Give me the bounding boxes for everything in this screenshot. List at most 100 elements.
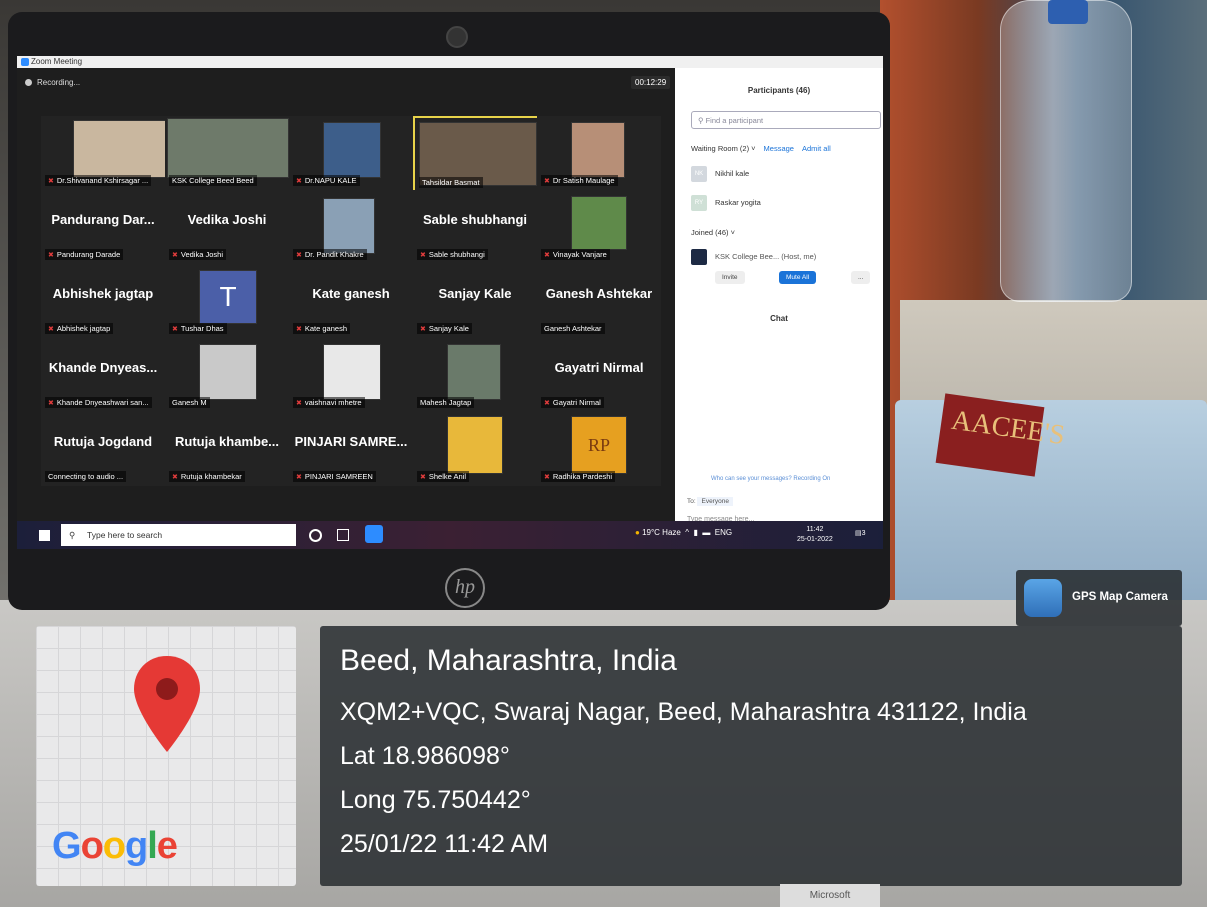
- tile-display-name: Pandurang Dar...: [51, 212, 155, 227]
- tile-display-name: PINJARI SAMRE...: [294, 434, 408, 449]
- video-tile[interactable]: PINJARI SAMRE... PINJARI SAMREEN: [289, 412, 413, 486]
- chat-title: Chat: [770, 314, 788, 323]
- tile-display-name: Abhishek jagtap: [52, 286, 154, 301]
- participant-video: [167, 118, 289, 178]
- waiting-room-label[interactable]: Waiting Room (2): [691, 144, 749, 153]
- tile-caption: Dr Satish Maulage: [541, 175, 618, 186]
- tile-caption: Rutuja khambekar: [169, 471, 245, 482]
- video-tile[interactable]: TTushar Dhas: [165, 264, 289, 338]
- tile-caption: Dr.NAPU KALE: [293, 175, 360, 186]
- video-tile[interactable]: Tahsildar Basmat: [413, 116, 541, 194]
- weather-icon: ●: [635, 528, 640, 537]
- taskbar-clock[interactable]: 11:42 25-01-2022: [797, 525, 833, 545]
- weather-text[interactable]: 19°C Haze: [642, 528, 681, 537]
- avatar: RY: [691, 195, 707, 211]
- participants-panel: Participants (46) ⚲ Find a participant W…: [675, 68, 883, 523]
- message-link[interactable]: Message: [764, 144, 794, 153]
- video-tile[interactable]: RPRadhika Pardeshi: [537, 412, 661, 486]
- video-tile[interactable]: Ganesh Ashtekar Ganesh Ashtekar: [537, 264, 661, 338]
- tile-display-name: Kate ganesh: [312, 286, 390, 301]
- video-tile[interactable]: Khande Dnyeas... Khande Dnyeashwari san..…: [41, 338, 165, 412]
- tile-display-name: Sanjay Kale: [438, 286, 512, 301]
- video-tile[interactable]: Pandurang Dar... Pandurang Darade: [41, 190, 165, 264]
- bottle-cap: [1048, 0, 1088, 24]
- recipient-dropdown[interactable]: Everyone: [697, 497, 733, 506]
- gallery-view: Recording... 00:12:29 Dr.Shivanand Kshir…: [17, 68, 675, 521]
- participant-video: [571, 196, 627, 250]
- video-tile[interactable]: Dr.Shivanand Kshirsagar ...: [41, 116, 165, 190]
- tile-caption: Tahsildar Basmat: [419, 177, 483, 188]
- timestamp: 25/01/22 11:42 AM: [340, 830, 549, 858]
- video-tile[interactable]: Shelke Anil: [413, 412, 537, 486]
- video-tile[interactable]: Sanjay Kale Sanjay Kale: [413, 264, 537, 338]
- video-tile[interactable]: Dr Satish Maulage: [537, 116, 661, 190]
- video-tile[interactable]: Gayatri Nirmal Gayatri Nirmal: [537, 338, 661, 412]
- more-button[interactable]: ...: [851, 271, 871, 284]
- tile-display-name: Rutuja khambe...: [174, 434, 280, 449]
- red-book: AACEE'S: [935, 393, 1067, 477]
- microsoft-sticker: Microsoft: [780, 884, 880, 907]
- google-logo: Google: [52, 825, 178, 867]
- tile-caption: Vedika Joshi: [169, 249, 226, 260]
- tile-caption: Mahesh Jagtap: [417, 397, 475, 408]
- windows-start-icon[interactable]: [39, 530, 50, 541]
- zoom-icon: [21, 57, 29, 66]
- participant-video: [571, 122, 625, 178]
- cortana-icon[interactable]: [309, 529, 322, 542]
- waiting-room-row: Waiting Room (2) ˅ Message Admit all: [691, 144, 831, 153]
- taskbar-search-box[interactable]: Type here to search: [61, 524, 296, 546]
- video-tile[interactable]: Ganesh M: [165, 338, 289, 412]
- video-tile[interactable]: Rutuja khambe... Rutuja khambekar: [165, 412, 289, 486]
- video-tile[interactable]: Abhishek jagtap Abhishek jagtap: [41, 264, 165, 338]
- participant-video: [199, 344, 257, 400]
- participant-video: [323, 122, 381, 178]
- avatar: [691, 249, 707, 265]
- host-row[interactable]: KSK College Bee... (Host, me): [691, 249, 816, 265]
- webcam: [446, 26, 468, 48]
- map-thumbnail: Google: [36, 626, 296, 886]
- joined-label[interactable]: Joined (46) ˅: [691, 228, 735, 237]
- tile-caption: vaishnavi mhetre: [293, 397, 365, 408]
- tile-caption: Abhishek jagtap: [45, 323, 114, 334]
- participant-video: [447, 344, 501, 400]
- language[interactable]: ENG: [715, 528, 732, 537]
- gps-camera-icon: [1024, 579, 1062, 617]
- tile-caption: Ganesh M: [169, 397, 210, 408]
- find-placeholder: Find a participant: [705, 116, 764, 125]
- tile-caption: Dr. Pandit Khakre: [293, 249, 367, 260]
- tile-caption: Sanjay Kale: [417, 323, 472, 334]
- laptop-screen: Zoom Meeting Recording... 00:12:29 Dr.Sh…: [17, 56, 883, 549]
- zoom-taskbar-icon[interactable]: [365, 525, 383, 543]
- chat-recipient[interactable]: To: Everyone: [687, 497, 733, 506]
- tile-caption: Vinayak Vanjare: [541, 249, 610, 260]
- tile-display-name: Khande Dnyeas...: [48, 360, 158, 375]
- who-can-see-notice[interactable]: Who can see your messages? Recording On: [711, 476, 830, 482]
- video-tile[interactable]: Vinayak Vanjare: [537, 190, 661, 264]
- video-tile[interactable]: Vedika Joshi Vedika Joshi: [165, 190, 289, 264]
- mute-all-button[interactable]: Mute All: [779, 271, 817, 284]
- waiting-participant[interactable]: RY Raskar yogita: [691, 195, 761, 211]
- video-tile[interactable]: KSK College Beed Beed: [165, 116, 289, 190]
- meeting-timer: 00:12:29: [631, 76, 671, 89]
- admit-all-link[interactable]: Admit all: [802, 144, 831, 153]
- video-tile[interactable]: Kate ganesh Kate ganesh: [289, 264, 413, 338]
- tile-caption: PINJARI SAMREEN: [293, 471, 376, 482]
- video-tile[interactable]: Dr.NAPU KALE: [289, 116, 413, 190]
- invite-button[interactable]: Invite: [715, 271, 745, 284]
- video-tile[interactable]: Dr. Pandit Khakre: [289, 190, 413, 264]
- tile-caption: Pandurang Darade: [45, 249, 124, 260]
- participant-name: Nikhil kale: [715, 168, 750, 178]
- find-participant-input[interactable]: ⚲ Find a participant: [691, 111, 881, 129]
- video-tile[interactable]: Mahesh Jagtap: [413, 338, 537, 412]
- recording-indicator[interactable]: Recording...: [25, 78, 80, 87]
- tile-caption: Radhika Pardeshi: [541, 471, 616, 482]
- task-view-icon[interactable]: [337, 529, 349, 541]
- video-tile[interactable]: Rutuja Jogdand Connecting to audio ...: [41, 412, 165, 486]
- participants-title: Participants (46): [747, 86, 811, 95]
- notification-icon[interactable]: ▤3: [855, 529, 866, 537]
- participant-video: [447, 416, 503, 474]
- video-tile[interactable]: Sable shubhangi Sable shubhangi: [413, 190, 537, 264]
- avatar-letter: T: [199, 270, 257, 324]
- video-tile[interactable]: vaishnavi mhetre: [289, 338, 413, 412]
- waiting-participant[interactable]: NK Nikhil kale: [691, 166, 749, 182]
